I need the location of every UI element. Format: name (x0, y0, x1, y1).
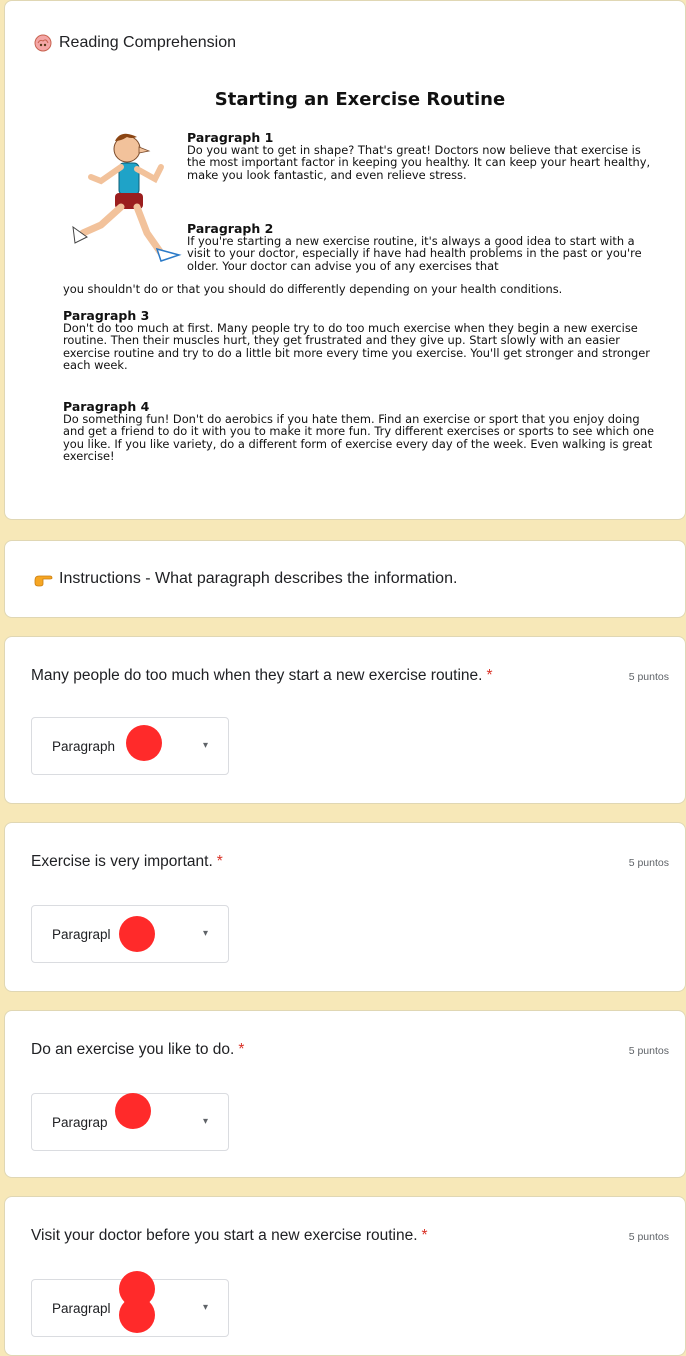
question-card-4: Visit your doctor before you start a new… (4, 1196, 686, 1356)
instructions-text: Instructions - What paragraph describes … (59, 570, 458, 587)
chevron-down-icon: ▾ (202, 1116, 208, 1127)
chevron-down-icon: ▾ (202, 1302, 208, 1313)
question-2-points: 5 puntos (628, 857, 669, 869)
question-card-1: Many people do too much when they start … (4, 636, 686, 804)
paragraph-2: Paragraph 2 If you're starting a new exe… (187, 222, 657, 272)
pointing-hand-icon (33, 569, 53, 589)
required-asterisk: * (486, 667, 493, 684)
paragraph-2-tail-text: you shouldn't do or that you should do d… (63, 282, 563, 296)
question-4-text: Visit your doctor before you start a new… (31, 1227, 418, 1244)
question-3-selected-value: Paragrap (52, 1114, 108, 1130)
question-2-selected-value: Paragrapl (52, 926, 111, 942)
question-card-2: Exercise is very important. * 5 puntos Pa… (4, 822, 686, 992)
redaction-mark (126, 725, 162, 761)
passage-title: Starting an Exercise Routine (214, 89, 506, 110)
redaction-mark (119, 916, 155, 952)
paragraph-1-text: Do you want to get in shape? That's grea… (187, 143, 651, 182)
paragraph-4: Paragraph 4 Do something fun! Don't do a… (63, 400, 663, 463)
paragraph-4-text: Do something fun! Don't do aerobics if y… (63, 412, 655, 464)
reading-header: Reading Comprehension (33, 33, 236, 53)
question-1-selected-value: Paragraph (52, 738, 116, 754)
question-1-text: Many people do too much when they start … (31, 667, 483, 684)
required-asterisk: * (238, 1041, 245, 1058)
runner-illustration (72, 133, 182, 262)
question-3-title: Do an exercise you like to do. * (31, 1041, 244, 1059)
paragraph-3-text: Don't do too much at first. Many people … (63, 321, 650, 373)
question-2-text: Exercise is very important. (31, 853, 213, 870)
question-4-points: 5 puntos (628, 1231, 669, 1243)
required-asterisk: * (421, 1227, 428, 1244)
brain-emoji-icon (33, 33, 53, 53)
paragraph-2-tail: you shouldn't do or that you should do d… (63, 283, 663, 295)
question-3-points: 5 puntos (628, 1045, 669, 1057)
required-asterisk: * (216, 853, 223, 870)
question-card-3: Do an exercise you like to do. * 5 puntos… (4, 1010, 686, 1178)
reading-header-label: Reading Comprehension (59, 34, 236, 51)
paragraph-1: Paragraph 1 Do you want to get in shape?… (187, 131, 657, 181)
question-3-text: Do an exercise you like to do. (31, 1041, 235, 1058)
paragraph-2-text: If you're starting a new exercise routin… (187, 234, 642, 273)
reading-comprehension-card: Reading Comprehension Starting an Exerci… (4, 0, 686, 520)
question-4-title: Visit your doctor before you start a new… (31, 1227, 428, 1245)
instructions-card: Instructions - What paragraph describes … (4, 540, 686, 618)
paragraph-3: Paragraph 3 Don't do too much at first. … (63, 309, 663, 372)
question-1-points: 5 puntos (628, 671, 669, 683)
chevron-down-icon: ▾ (202, 740, 208, 751)
redaction-mark (115, 1093, 151, 1129)
question-4-selected-value: Paragrapl (52, 1300, 111, 1316)
question-1-title: Many people do too much when they start … (31, 667, 493, 685)
question-2-title: Exercise is very important. * (31, 853, 223, 871)
redaction-mark (119, 1297, 155, 1333)
chevron-down-icon: ▾ (202, 928, 208, 939)
instructions-header: Instructions - What paragraph describes … (33, 569, 457, 589)
